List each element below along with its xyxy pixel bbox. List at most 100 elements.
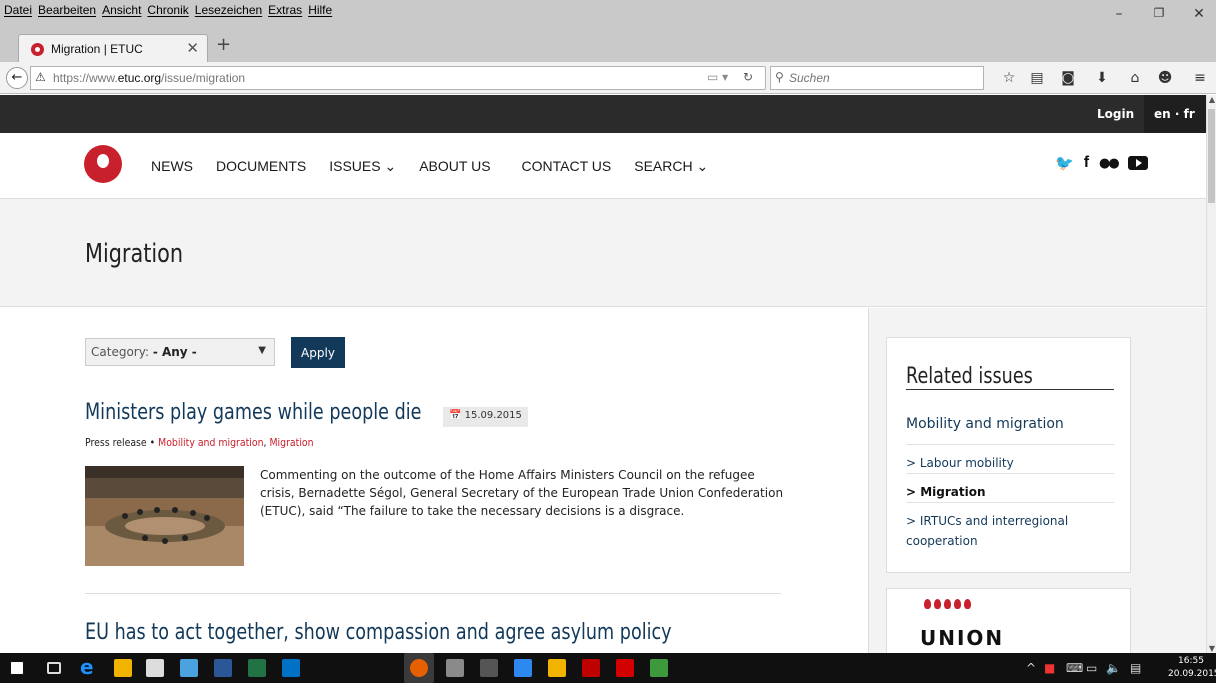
bookmarks-list-icon[interactable]: ▤ (1029, 70, 1045, 86)
home-icon[interactable]: ⌂ (1127, 70, 1143, 86)
chevron-down-icon: ▼ (258, 345, 266, 356)
start-button-icon[interactable] (10, 661, 24, 675)
category-value: - Any - (152, 345, 197, 359)
menu-bearbeiten[interactable]: Bearbeiten (38, 3, 96, 17)
tray-volume-icon[interactable]: 🔈 (1106, 661, 1121, 675)
sidebar: Related issues Mobility and migration > … (868, 308, 1206, 658)
terminal-icon[interactable] (480, 659, 498, 677)
reload-icon[interactable]: ↻ (743, 70, 753, 84)
union-wordmark: UNION (920, 626, 1005, 650)
scroll-up-icon[interactable]: ▲ (1207, 95, 1216, 104)
browser-tab[interactable]: Migration | ETUC ✕ (18, 34, 208, 62)
etuc-favicon-icon (31, 43, 44, 56)
windows-taskbar: e ^ ■ ⌨ ▭ 🔈 ▤ 16:55 20.09.2015 (0, 653, 1216, 683)
menu-lesezeichen[interactable]: Lesezeichen (195, 3, 262, 17)
flickr-icon[interactable]: ●● (1099, 156, 1120, 171)
firefox-icon[interactable] (410, 659, 428, 677)
nav-contact-us[interactable]: CONTACT US (522, 158, 612, 175)
tag-mobility-link[interactable]: Mobility and migration (158, 436, 263, 449)
minimize-button[interactable]: – (1104, 6, 1134, 24)
tab-strip: Migration | ETUC ✕ (0, 30, 1216, 62)
task-view-icon[interactable] (47, 662, 61, 674)
login-link[interactable]: Login (1097, 107, 1134, 121)
category-select[interactable]: Category: - Any - ▼ (85, 338, 275, 366)
tray-network-icon[interactable]: ▭ (1086, 661, 1097, 675)
nav-news[interactable]: NEWS (151, 158, 193, 175)
restore-button[interactable]: ❐ (1144, 6, 1174, 24)
heading-rule (906, 389, 1114, 390)
app-icon[interactable] (180, 659, 198, 677)
acrobat-icon[interactable] (616, 659, 634, 677)
apply-button[interactable]: Apply (291, 337, 345, 368)
close-window-button[interactable]: ✕ (1184, 6, 1214, 24)
url-bar[interactable]: ⚠ https://www.etuc.org/issue/migration ▭… (30, 66, 766, 90)
nav-documents[interactable]: DOCUMENTS (216, 158, 306, 175)
menu-extras[interactable]: Extras (268, 3, 302, 17)
word-icon[interactable] (214, 659, 232, 677)
menu-ansicht[interactable]: Ansicht (102, 3, 141, 17)
explorer-icon[interactable] (114, 659, 132, 677)
article-type: Press release (85, 436, 147, 449)
download-icon[interactable]: ⬇ (1094, 70, 1110, 86)
site-header: NEWS DOCUMENTS ISSUES ⌄ ABOUT US CONTACT… (0, 133, 1206, 199)
pocket-icon[interactable]: ◙ (1060, 70, 1076, 86)
search-input[interactable] (789, 69, 979, 87)
menu-chronik[interactable]: Chronik (147, 3, 188, 17)
tray-notification-icon[interactable]: ▤ (1130, 661, 1141, 675)
related-item-labour-mobility[interactable]: > Labour mobility (906, 444, 1114, 473)
green-app-icon[interactable] (650, 659, 668, 677)
back-button[interactable]: ← (6, 67, 28, 89)
page-scrollbar[interactable]: ▲ ▼ (1206, 95, 1216, 653)
folder-icon[interactable] (548, 659, 566, 677)
language-switcher[interactable]: en · fr (1144, 95, 1206, 133)
browser-menubar: Datei Bearbeiten Ansicht Chronik Lesezei… (0, 0, 1216, 30)
hamburger-menu-icon[interactable]: ≡ (1192, 70, 1208, 86)
related-issues-heading: Related issues (906, 364, 1033, 389)
paint-icon[interactable] (446, 659, 464, 677)
menu-datei[interactable]: Datei (4, 3, 32, 17)
filezilla-icon[interactable] (582, 659, 600, 677)
reader-view-icon[interactable]: ▭ ▾ (707, 70, 728, 84)
twitter-icon[interactable]: 🐦 (1055, 154, 1074, 172)
warning-icon[interactable]: ⚠ (35, 70, 46, 84)
main-content: Category: - Any - ▼ Apply Ministers play… (0, 308, 868, 653)
tray-app-icon[interactable]: ■ (1044, 661, 1055, 675)
network-app-icon[interactable] (514, 659, 532, 677)
new-tab-button[interactable]: + (216, 34, 231, 55)
nav-about-us[interactable]: ABOUT US (419, 158, 490, 175)
scrollbar-thumb[interactable] (1208, 109, 1215, 203)
union-logo (924, 599, 971, 609)
related-issues-box: Related issues Mobility and migration > … (886, 337, 1131, 573)
page-title-band: Migration (0, 199, 1206, 307)
nav-search[interactable]: SEARCH ⌄ (634, 158, 708, 175)
nav-issues[interactable]: ISSUES ⌄ (329, 158, 396, 175)
site-topbar: Login en · fr (0, 95, 1206, 133)
clock-date: 20.09.2015 (1168, 669, 1216, 679)
clock-time: 16:55 (1178, 656, 1204, 666)
article-title-link[interactable]: EU has to act together, show compassion … (85, 620, 672, 645)
union-banner[interactable]: UNION (886, 588, 1131, 658)
article-thumbnail[interactable] (85, 466, 244, 566)
taskbar-clock[interactable]: 16:55 20.09.2015 (1168, 655, 1216, 681)
article-date: 15.09.2015 (464, 410, 522, 421)
menu-hilfe[interactable]: Hilfe (308, 3, 332, 17)
facebook-icon[interactable]: f (1084, 154, 1089, 172)
excel-icon[interactable] (248, 659, 266, 677)
tray-chevron-icon[interactable]: ^ (1026, 661, 1036, 675)
tab-close-icon[interactable]: ✕ (186, 39, 199, 57)
related-main-link[interactable]: Mobility and migration (906, 416, 1064, 432)
article-title-link[interactable]: Ministers play games while people die (85, 400, 421, 425)
related-item-irtucs[interactable]: > IRTUCs and interregional cooperation (906, 502, 1114, 551)
tag-migration-link[interactable]: Migration (269, 436, 313, 449)
bookmark-star-icon[interactable]: ☆ (1001, 70, 1017, 86)
outlook-icon[interactable] (282, 659, 300, 677)
scroll-down-icon[interactable]: ▼ (1207, 644, 1216, 653)
related-item-migration[interactable]: > Migration (906, 473, 1114, 502)
youtube-icon[interactable] (1127, 156, 1148, 170)
search-box[interactable]: ⚲ (770, 66, 984, 90)
chat-icon[interactable]: ☻ (1157, 70, 1173, 86)
tray-keyboard-icon[interactable]: ⌨ (1066, 661, 1083, 675)
etuc-logo[interactable] (84, 145, 122, 183)
store-icon[interactable] (146, 659, 164, 677)
edge-icon[interactable]: e (80, 655, 98, 679)
